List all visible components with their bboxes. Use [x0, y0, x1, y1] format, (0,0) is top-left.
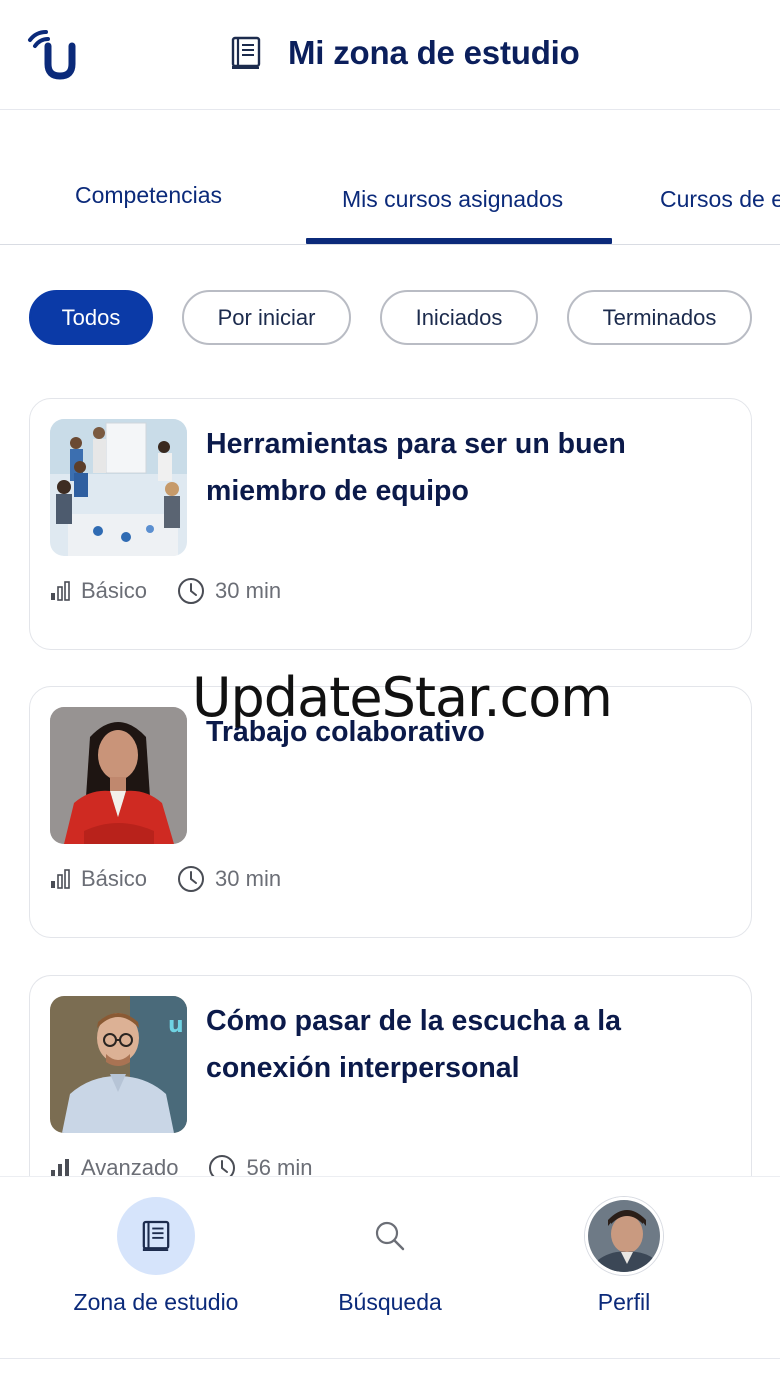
nav-busqueda[interactable]: Búsqueda: [260, 1177, 520, 1362]
tab-cursos-de[interactable]: Cursos de e: [660, 186, 780, 213]
tab-mis-cursos-asignados[interactable]: Mis cursos asignados: [342, 186, 563, 213]
bottom-navigation: Zona de estudio Búsqueda Perfil: [0, 1176, 780, 1387]
filter-iniciados[interactable]: Iniciados: [380, 290, 538, 345]
nav-active-indicator: [117, 1197, 195, 1275]
course-thumbnail: [50, 419, 187, 556]
clock-icon: [178, 866, 205, 892]
nav-icon-container: [585, 1197, 663, 1275]
course-title[interactable]: Cómo pasar de la escucha a la conexión i…: [206, 998, 706, 1092]
book-icon: [231, 36, 261, 69]
filter-todos[interactable]: Todos: [29, 290, 153, 345]
nav-perfil[interactable]: Perfil: [494, 1177, 754, 1362]
home-indicator-divider: [0, 1358, 780, 1359]
course-card[interactable]: u Cómo pasar de la escucha a la conexión…: [29, 975, 752, 1185]
app-header: Mi zona de estudio: [0, 0, 780, 110]
nav-label: Búsqueda: [338, 1289, 442, 1315]
course-card[interactable]: Herramientas para ser un buen miembro de…: [29, 398, 752, 650]
man-glasses-photo: u: [50, 996, 187, 1133]
nav-zona-de-estudio[interactable]: Zona de estudio: [26, 1177, 286, 1362]
course-duration: 30 min: [215, 578, 282, 603]
level-bars-icon: [51, 1159, 69, 1177]
search-icon: [375, 1221, 405, 1251]
section-tabs: Competencias Mis cursos asignados Cursos…: [0, 110, 780, 245]
course-level: Básico: [81, 866, 148, 891]
course-thumbnail: u: [50, 996, 187, 1133]
profile-photo: [588, 1200, 660, 1272]
course-level: Básico: [81, 578, 148, 603]
brand-logo-icon[interactable]: [26, 28, 78, 84]
course-thumbnail: [50, 707, 187, 844]
filter-por-iniciar[interactable]: Por iniciar: [182, 290, 351, 345]
tab-competencias[interactable]: Competencias: [75, 182, 222, 209]
filter-terminados[interactable]: Terminados: [567, 290, 752, 345]
nav-label: Perfil: [597, 1289, 651, 1315]
team-meeting-photo: [50, 419, 187, 556]
level-bars-icon: [51, 869, 70, 889]
course-meta: Básico 30 min: [50, 865, 281, 893]
clock-icon: [178, 578, 205, 604]
nav-label: Zona de estudio: [73, 1289, 239, 1315]
active-tab-indicator: [306, 238, 612, 244]
course-meta: Básico 30 min: [50, 577, 281, 605]
watermark-text: UpdateStar.com: [192, 666, 613, 729]
page-title-text: Mi zona de estudio: [288, 34, 580, 71]
page-title: Mi zona de estudio: [230, 34, 580, 72]
svg-text:u: u: [168, 1013, 184, 1038]
avatar: [585, 1197, 663, 1275]
woman-red-blazer-photo: [50, 707, 187, 844]
course-title[interactable]: Herramientas para ser un buen miembro de…: [206, 421, 706, 515]
book-icon: [142, 1220, 170, 1251]
course-duration: 30 min: [215, 866, 282, 891]
filter-chips: Todos Por iniciar Iniciados Terminados: [0, 290, 780, 346]
nav-icon-container: [351, 1197, 429, 1275]
level-bars-icon: [51, 581, 70, 601]
